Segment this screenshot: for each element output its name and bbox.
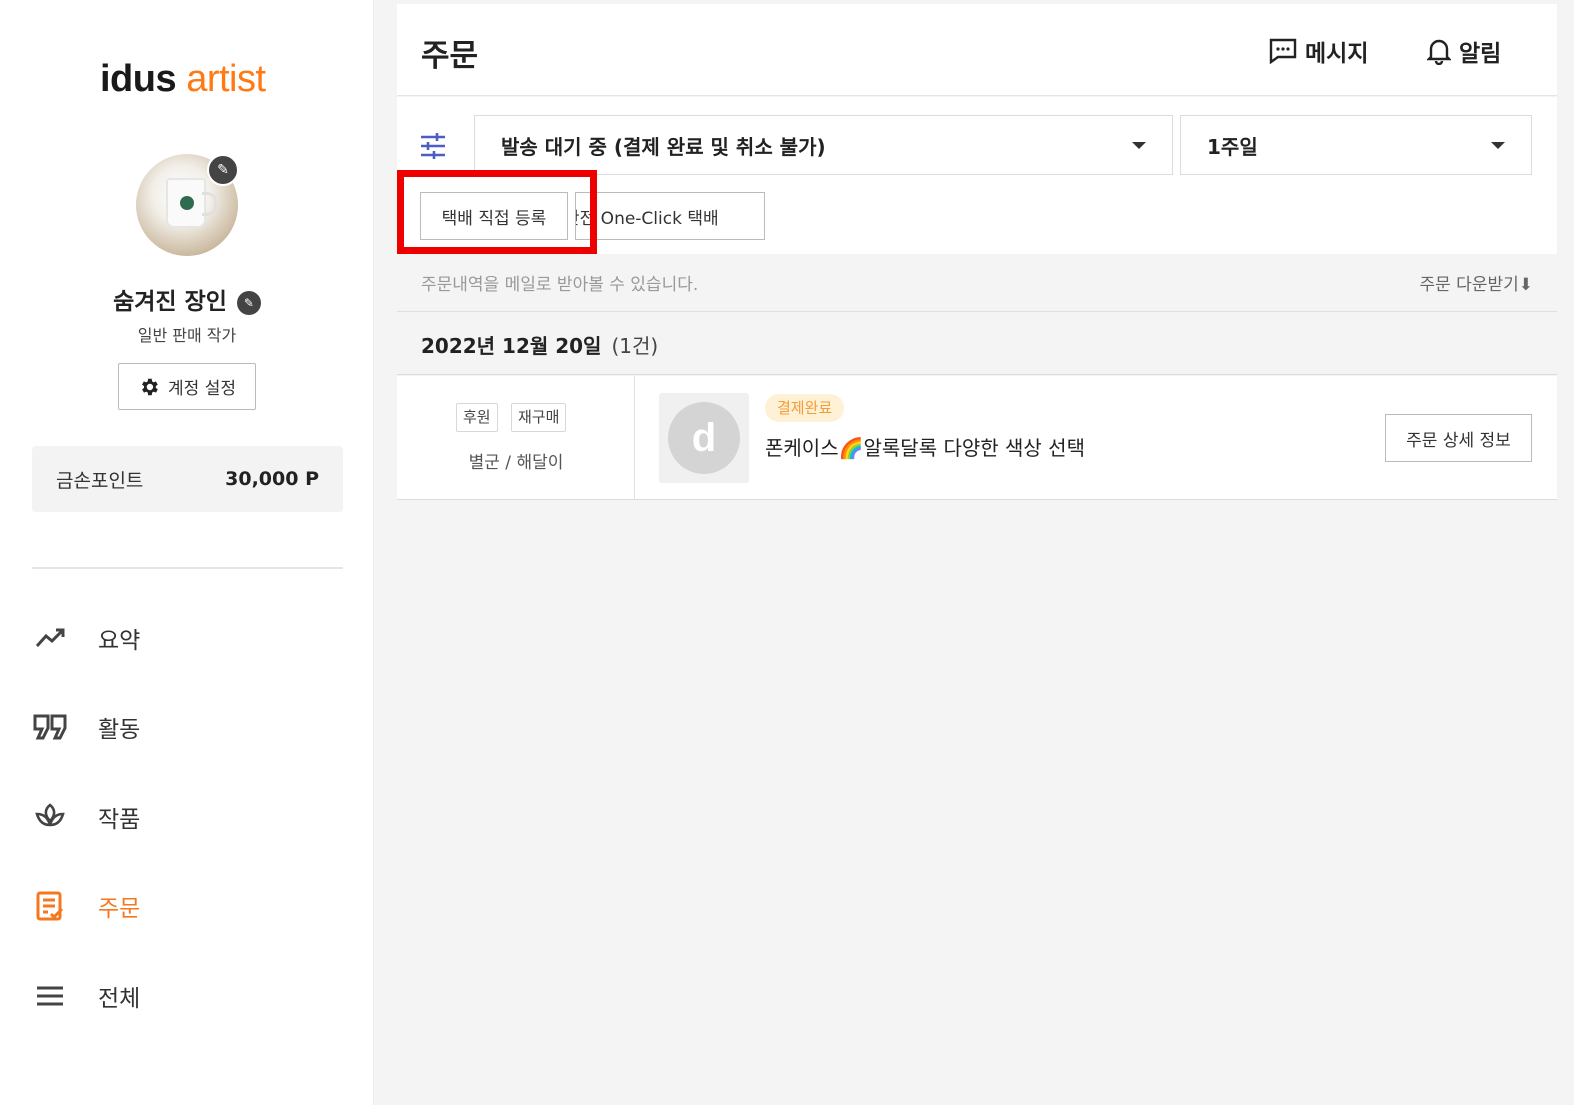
- artist-name-row: 숨겨진 장인 ✎: [0, 282, 374, 316]
- gear-icon: [142, 378, 158, 395]
- placeholder-logo-icon: d: [668, 402, 740, 474]
- nav-label-orders: 주문: [98, 896, 141, 922]
- account-settings-label: 계정 설정: [168, 379, 236, 399]
- chevron-down-icon: [1491, 141, 1505, 149]
- order-count: (1건): [611, 334, 659, 358]
- status-badge: 결제완료: [765, 394, 845, 422]
- period-select[interactable]: 1주일: [1180, 115, 1532, 175]
- leaf-icon: [32, 799, 68, 835]
- bell-icon: [1427, 39, 1451, 65]
- nav-item-summary[interactable]: 요약: [32, 618, 332, 658]
- order-recipient: 별군 / 해달이: [468, 453, 564, 473]
- mail-notice-text: 주문내역을 메일로 받아볼 수 있습니다.: [421, 275, 699, 295]
- download-icon: ⬇: [1518, 275, 1533, 295]
- order-meta: 후원 재구매 별군 / 해달이: [397, 376, 635, 500]
- tag-sponsor: 후원: [456, 403, 498, 432]
- order-date-header: 2022년 12월 20일 (1건): [397, 312, 1557, 375]
- logo-text-idus: idus: [100, 58, 177, 100]
- product-thumbnail[interactable]: d: [659, 393, 749, 483]
- order-date: 2022년 12월 20일 (1건): [421, 330, 658, 359]
- order-icon: [32, 888, 68, 924]
- page-title: 주문: [421, 38, 479, 74]
- order-detail-label: 주문 상세 정보: [1406, 430, 1511, 451]
- alarm-label: 알림: [1459, 41, 1502, 67]
- nav-label-all: 전체: [98, 986, 141, 1012]
- chevron-down-icon: [1132, 141, 1146, 149]
- alarm-button[interactable]: 알림: [1427, 34, 1501, 68]
- artist-name: 숨겨진 장인: [113, 289, 227, 315]
- nav-label-summary: 요약: [98, 628, 141, 654]
- idus-artist-logo[interactable]: idus artist: [100, 58, 266, 101]
- trend-icon: [32, 620, 68, 656]
- nav-item-products[interactable]: 작품: [32, 797, 332, 837]
- order-status-value: 발송 대기 중 (결제 완료 및 취소 불가): [501, 134, 826, 159]
- order-row[interactable]: 후원 재구매 별군 / 해달이 d 결제완료 폰케이스🌈알록달록 다양한 색상 …: [397, 376, 1557, 500]
- filter-area: 발송 대기 중 (결제 완료 및 취소 불가) 1주일 안전 One-Click…: [397, 97, 1557, 254]
- order-status-select[interactable]: 발송 대기 중 (결제 완료 및 취소 불가): [474, 115, 1173, 175]
- highlight-box: [397, 170, 597, 254]
- order-download-link[interactable]: 주문 다운받기⬇: [1420, 270, 1534, 295]
- nav-item-activity[interactable]: 활동: [32, 707, 332, 747]
- menu-icon: [32, 978, 68, 1014]
- avatar-edit-icon[interactable]: ✎: [207, 154, 239, 186]
- period-value: 1주일: [1207, 134, 1258, 159]
- nav-item-orders[interactable]: 주문: [32, 886, 332, 926]
- edit-name-icon[interactable]: ✎: [236, 290, 261, 315]
- artist-type: 일반 판매 작가: [137, 326, 237, 345]
- message-button[interactable]: 메시지: [1269, 34, 1368, 68]
- order-detail-button[interactable]: 주문 상세 정보: [1385, 414, 1532, 462]
- account-settings-button[interactable]: 계정 설정: [118, 363, 256, 410]
- mail-notice-row: 주문내역을 메일로 받아볼 수 있습니다. 주문 다운받기⬇: [397, 264, 1557, 312]
- oneclick-shipping-button[interactable]: 안전 One-Click 택배: [575, 192, 765, 240]
- logo-text-artist: artist: [186, 58, 266, 100]
- sidebar: idus artist ✎ 숨겨진 장인 ✎ 일반 판매 작가 계정 설정 금손포…: [0, 0, 374, 1105]
- message-icon: [1269, 38, 1297, 64]
- order-download-label: 주문 다운받기: [1419, 275, 1519, 295]
- points-label: 금손포인트: [56, 469, 144, 492]
- filter-sliders-icon[interactable]: [419, 133, 447, 163]
- product-name[interactable]: 폰케이스🌈알록달록 다양한 색상 선택: [765, 432, 1085, 461]
- nav-label-products: 작품: [98, 807, 141, 833]
- nav-label-activity: 활동: [98, 717, 141, 743]
- nav-item-all[interactable]: 전체: [32, 976, 332, 1016]
- points-value: 30,000 P: [225, 468, 319, 490]
- quote-icon: [32, 709, 68, 745]
- points-box[interactable]: 금손포인트 30,000 P: [32, 446, 343, 512]
- tag-repurchase: 재구매: [511, 403, 567, 432]
- sidebar-divider: [32, 567, 343, 569]
- page-header: 주문 메시지 알림: [397, 4, 1557, 96]
- order-date-text: 2022년 12월 20일: [421, 334, 602, 358]
- message-label: 메시지: [1305, 41, 1369, 67]
- mug-image: [166, 178, 217, 228]
